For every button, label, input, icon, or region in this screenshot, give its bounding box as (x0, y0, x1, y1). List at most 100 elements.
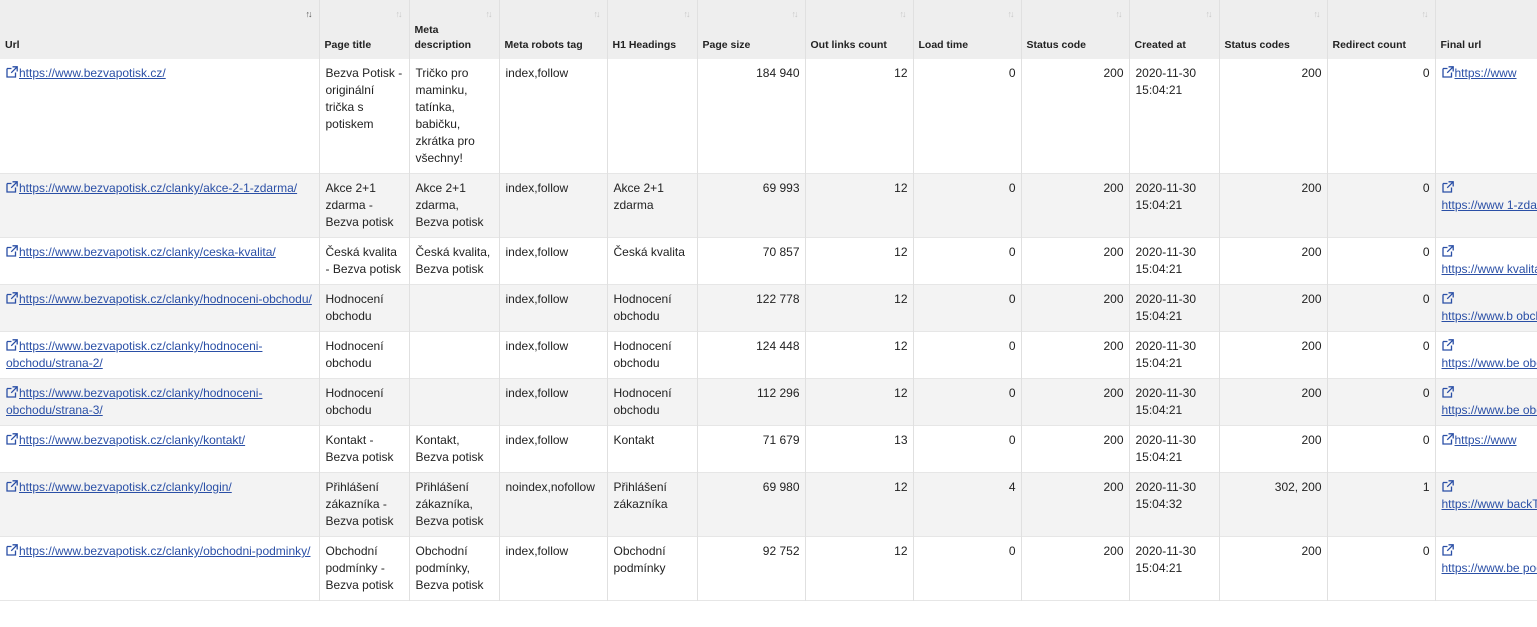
external-link-icon[interactable] (1441, 181, 1454, 193)
sort-arrows-icon[interactable]: ↑↓ (594, 6, 601, 23)
final-url-link[interactable]: https://www (1455, 433, 1517, 447)
external-link-icon[interactable] (6, 433, 18, 445)
column-header-created-at[interactable]: ↑↓ Created at (1129, 0, 1220, 59)
cell-load-time: 0 (913, 378, 1022, 426)
final-url-link[interactable]: https://www.b obchodu/ (1442, 309, 1537, 323)
table-header-row: ↑↓ Url ↑↓ Page title ↑↓ Meta description ↑↓ Met… (0, 0, 1537, 59)
external-link-icon[interactable] (6, 292, 18, 304)
cell-meta-robots: index,follow (499, 378, 608, 426)
cell-final-url: https://www backTo=%2Fcla (1435, 472, 1537, 537)
external-link-icon[interactable] (6, 181, 18, 193)
final-url-link[interactable]: https://www (1455, 66, 1517, 80)
external-link-icon[interactable] (6, 339, 18, 351)
cell-h1-headings: Hodnocení obchodu (607, 331, 698, 379)
external-link-icon[interactable] (6, 544, 18, 556)
table-row: https://www.bezvapotisk.cz/clanky/hodnoc… (0, 284, 1537, 332)
column-header-label: Out links count (810, 39, 887, 51)
cell-url: https://www.bezvapotisk.cz/ (0, 59, 320, 174)
column-header-load-time[interactable]: ↑↓ Load time (913, 0, 1022, 59)
cell-final-url: https://www kvalita/ (1435, 237, 1537, 285)
external-link-icon[interactable] (1441, 292, 1454, 304)
cell-redirect-count: 0 (1327, 284, 1436, 332)
column-header-page-size[interactable]: ↑↓ Page size (697, 0, 806, 59)
url-link[interactable]: https://www.bezvapotisk.cz/ (19, 66, 166, 80)
cell-page-title: Hodnocení obchodu (319, 378, 410, 426)
cell-h1-headings: Kontakt (607, 425, 698, 473)
external-link-icon[interactable] (1441, 386, 1454, 398)
external-link-icon[interactable] (1441, 66, 1454, 78)
cell-h1-headings (607, 59, 698, 174)
cell-out-links-count: 12 (805, 378, 914, 426)
cell-out-links-count: 12 (805, 237, 914, 285)
cell-created-at: 2020-11-30 15:04:21 (1129, 331, 1220, 379)
column-header-out-links-count[interactable]: ↑↓ Out links count (805, 0, 914, 59)
sort-arrows-icon[interactable]: ↑↓ (1314, 6, 1321, 23)
cell-status-code: 200 (1021, 536, 1130, 601)
final-url-link[interactable]: https://www kvalita/ (1442, 262, 1537, 276)
column-header-label: H1 Headings (612, 39, 677, 51)
table-row: https://www.bezvapotisk.cz/clanky/ceska-… (0, 237, 1537, 285)
column-header-meta-robots[interactable]: ↑↓ Meta robots tag (499, 0, 608, 59)
url-link[interactable]: https://www.bezvapotisk.cz/clanky/ceska-… (19, 245, 276, 259)
sort-arrows-icon[interactable]: ↑↓ (1206, 6, 1213, 23)
external-link-icon[interactable] (1441, 245, 1454, 257)
column-header-h1-headings[interactable]: ↑↓ H1 Headings (607, 0, 698, 59)
url-link[interactable]: https://www.bezvapotisk.cz/clanky/hodnoc… (19, 292, 312, 306)
column-header-label: Final url (1440, 39, 1482, 51)
url-link[interactable]: https://www.bezvapotisk.cz/clanky/hodnoc… (6, 386, 262, 417)
final-url-link[interactable]: https://www.be obchodu/strana (1442, 356, 1537, 370)
cell-final-url: https://www.be obchodu/strana (1435, 331, 1537, 379)
url-link[interactable]: https://www.bezvapotisk.cz/clanky/hodnoc… (6, 339, 262, 370)
cell-status-code: 200 (1021, 237, 1130, 285)
cell-out-links-count: 12 (805, 472, 914, 537)
cell-url: https://www.bezvapotisk.cz/clanky/akce-2… (0, 173, 320, 238)
cell-meta-description (409, 284, 500, 332)
final-url-link[interactable]: https://www.be podmínky/ (1442, 561, 1537, 575)
final-url-link[interactable]: https://www backTo=%2Fcla (1442, 497, 1537, 511)
final-url-link[interactable]: https://www.be obchodu/strana (1442, 403, 1537, 417)
cell-redirect-count: 0 (1327, 425, 1436, 473)
cell-url: https://www.bezvapotisk.cz/clanky/hodnoc… (0, 378, 320, 426)
cell-meta-robots: index,follow (499, 536, 608, 601)
cell-meta-robots: index,follow (499, 331, 608, 379)
column-header-page-title[interactable]: ↑↓ Page title (319, 0, 410, 59)
crawl-results-table: ↑↓ Url ↑↓ Page title ↑↓ Meta description ↑↓ Met… (0, 0, 1537, 601)
url-link[interactable]: https://www.bezvapotisk.cz/clanky/kontak… (19, 433, 245, 447)
column-header-redirect-count[interactable]: ↑↓ Redirect count (1327, 0, 1436, 59)
cell-final-url: https://www.be obchodu/strana (1435, 378, 1537, 426)
cell-status-code: 200 (1021, 59, 1130, 174)
cell-created-at: 2020-11-30 15:04:32 (1129, 472, 1220, 537)
final-url-link[interactable]: https://www 1-zdarma/ (1442, 198, 1537, 212)
cell-url: https://www.bezvapotisk.cz/clanky/obchod… (0, 536, 320, 601)
sort-arrows-icon[interactable]: ↑↓ (486, 6, 493, 23)
url-link[interactable]: https://www.bezvapotisk.cz/clanky/login/ (19, 480, 232, 494)
external-link-icon[interactable] (6, 66, 18, 78)
cell-page-title: Kontakt - Bezva potisk (319, 425, 410, 473)
sort-arrows-icon[interactable]: ↑↓ (1422, 6, 1429, 23)
column-header-url[interactable]: ↑↓ Url (0, 0, 320, 59)
external-link-icon[interactable] (6, 386, 18, 398)
external-link-icon[interactable] (1441, 433, 1454, 445)
external-link-icon[interactable] (6, 480, 18, 492)
column-header-label: Created at (1134, 39, 1186, 51)
sort-arrows-icon[interactable]: ↑↓ (396, 6, 403, 23)
external-link-icon[interactable] (1441, 480, 1454, 492)
sort-arrows-icon[interactable]: ↑↓ (1008, 6, 1015, 23)
column-header-final-url[interactable]: ↑↓Final url (1435, 0, 1537, 59)
cell-page-title: Česká kvalita - Bezva potisk (319, 237, 410, 285)
external-link-icon[interactable] (1441, 339, 1454, 351)
sort-arrows-icon[interactable]: ↑↓ (1116, 6, 1123, 23)
external-link-icon[interactable] (6, 245, 18, 257)
sort-arrows-icon[interactable]: ↑↓ (684, 6, 691, 23)
url-link[interactable]: https://www.bezvapotisk.cz/clanky/obchod… (19, 544, 310, 558)
url-link[interactable]: https://www.bezvapotisk.cz/clanky/akce-2… (19, 181, 297, 195)
external-link-icon[interactable] (1441, 544, 1454, 556)
sort-arrows-icon[interactable]: ↑↓ (900, 6, 907, 23)
sort-arrows-icon[interactable]: ↑↓ (792, 6, 799, 23)
cell-redirect-count: 0 (1327, 536, 1436, 601)
column-header-meta-description[interactable]: ↑↓ Meta description (409, 0, 500, 59)
column-header-status-code[interactable]: ↑↓ Status code (1021, 0, 1130, 59)
sort-arrows-icon[interactable]: ↑↓ (306, 6, 313, 23)
table-row: https://www.bezvapotisk.cz/clanky/hodnoc… (0, 331, 1537, 379)
column-header-status-codes[interactable]: ↑↓ Status codes (1219, 0, 1328, 59)
